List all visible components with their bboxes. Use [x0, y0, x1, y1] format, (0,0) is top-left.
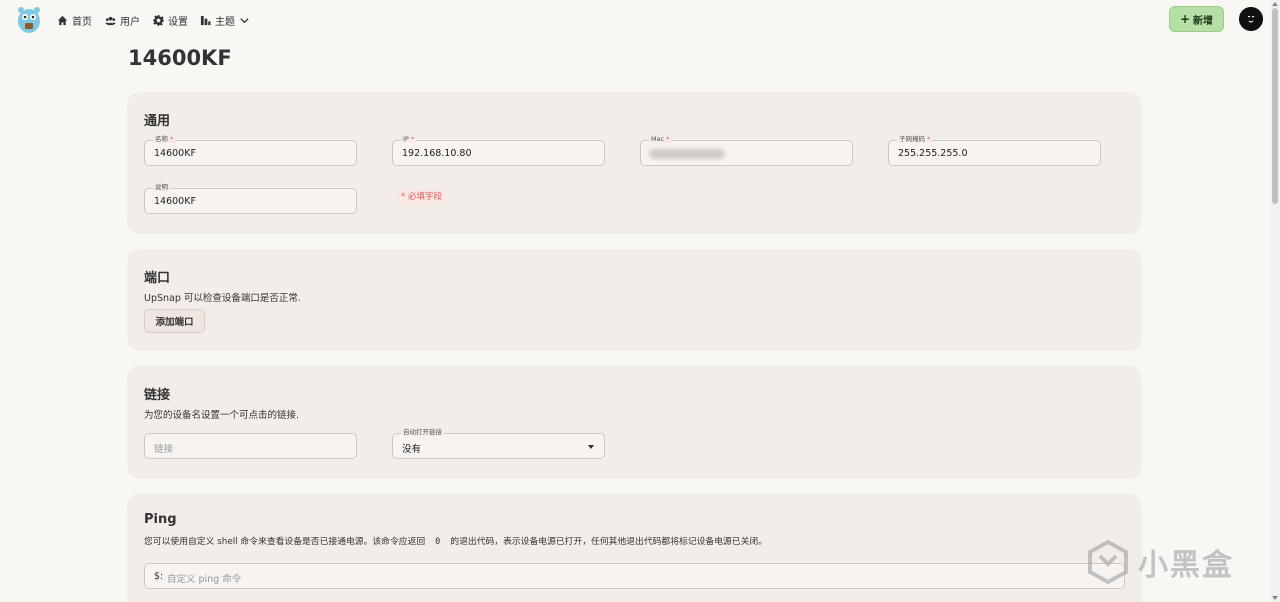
avatar[interactable] — [1239, 7, 1263, 31]
gear-icon — [153, 14, 164, 26]
top-navbar: 首页 用户 设置 主题 + 新增 — [0, 0, 1270, 38]
nav-theme-dropdown[interactable]: 主题 — [200, 12, 250, 28]
mac-value-blurred — [649, 149, 725, 159]
ip-field[interactable]: IP * 192.168.10.80 — [392, 135, 605, 166]
link-title: 链接 — [144, 388, 171, 403]
watermark-text: 小黑盒 — [1138, 548, 1234, 583]
xiaoheihe-logo-icon — [1088, 540, 1128, 584]
link-description: 为您的设备名设置一个可点击的链接. — [144, 410, 300, 421]
auto-open-select[interactable]: 自动打开链接 没有 — [392, 428, 605, 459]
nav-home-label: 首页 — [72, 16, 92, 28]
ip-label: IP * — [401, 135, 417, 143]
description-label: 说明 — [153, 183, 170, 191]
shell-prompt: $: — [154, 571, 164, 582]
netmask-label: 子网掩码 * — [897, 135, 933, 143]
home-icon — [57, 15, 68, 25]
scroll-down-arrow[interactable] — [1272, 596, 1278, 600]
ports-description: UpSnap 可以检查设备端口是否正常. — [144, 293, 301, 304]
general-card: 通用 名称 * 14600KF IP * 192.168.10.80 Mac * 子网… — [128, 92, 1141, 232]
auto-open-value: 没有 — [402, 444, 422, 455]
chevron-down-icon — [240, 17, 249, 23]
mac-field[interactable]: Mac * — [640, 135, 853, 166]
netmask-value: 255.255.255.0 — [898, 148, 968, 159]
ping-card: Ping 您可以使用自定义 shell 命令来查看设备是否已接通电源。该命令应返… — [128, 494, 1141, 602]
plus-icon: + — [1179, 12, 1191, 26]
required-fields-note: * 必填字段 — [396, 190, 447, 205]
ping-command-input[interactable]: $: 自定义 ping 命令 — [144, 563, 1125, 589]
users-icon — [105, 16, 116, 25]
scroll-thumb[interactable] — [1272, 8, 1278, 204]
ports-title: 端口 — [144, 271, 171, 286]
nav-settings[interactable]: 设置 — [153, 12, 188, 28]
page-title: 14600KF — [128, 46, 232, 70]
add-device-button[interactable]: + 新增 — [1169, 6, 1224, 32]
ping-title: Ping — [144, 512, 177, 527]
nav-home[interactable]: 首页 — [57, 12, 92, 28]
name-field[interactable]: 名称 * 14600KF — [144, 135, 357, 166]
name-value: 14600KF — [154, 148, 196, 159]
link-placeholder: 链接 — [154, 444, 174, 455]
nav-users-label: 用户 — [120, 16, 140, 28]
ping-description: 您可以使用自定义 shell 命令来查看设备是否已接通电源。该命令应返回 0 的退出… — [144, 536, 767, 548]
add-device-label: 新增 — [1193, 15, 1214, 27]
link-input[interactable]: 链接 — [144, 433, 357, 459]
caret-down-icon — [588, 445, 594, 449]
watermark: 小黑盒 — [1086, 540, 1234, 584]
scroll-up-arrow[interactable] — [1272, 2, 1278, 6]
name-label: 名称 * — [153, 135, 176, 143]
description-field[interactable]: 说明 14600KF — [144, 183, 357, 214]
ports-card: 端口 UpSnap 可以检查设备端口是否正常. 添加端口 — [128, 249, 1141, 349]
upsnap-logo[interactable] — [16, 4, 42, 34]
ping-command-placeholder: 自定义 ping 命令 — [167, 574, 242, 585]
nav-users[interactable]: 用户 — [105, 12, 140, 28]
add-port-button[interactable]: 添加端口 — [144, 309, 205, 333]
palette-icon — [200, 15, 211, 25]
mac-label: Mac * — [649, 135, 672, 143]
nav-theme-label: 主题 — [215, 16, 235, 28]
description-value: 14600KF — [154, 196, 196, 207]
ip-value: 192.168.10.80 — [402, 148, 472, 159]
exit-code-chip: 0 — [429, 536, 447, 548]
general-title: 通用 — [144, 114, 171, 129]
page-scrollbar[interactable] — [1270, 0, 1280, 602]
nav-settings-label: 设置 — [168, 16, 188, 28]
link-card: 链接 为您的设备名设置一个可点击的链接. 链接 自动打开链接 没有 — [128, 366, 1141, 477]
netmask-field[interactable]: 子网掩码 * 255.255.255.0 — [888, 135, 1101, 166]
auto-open-label: 自动打开链接 — [401, 428, 444, 436]
